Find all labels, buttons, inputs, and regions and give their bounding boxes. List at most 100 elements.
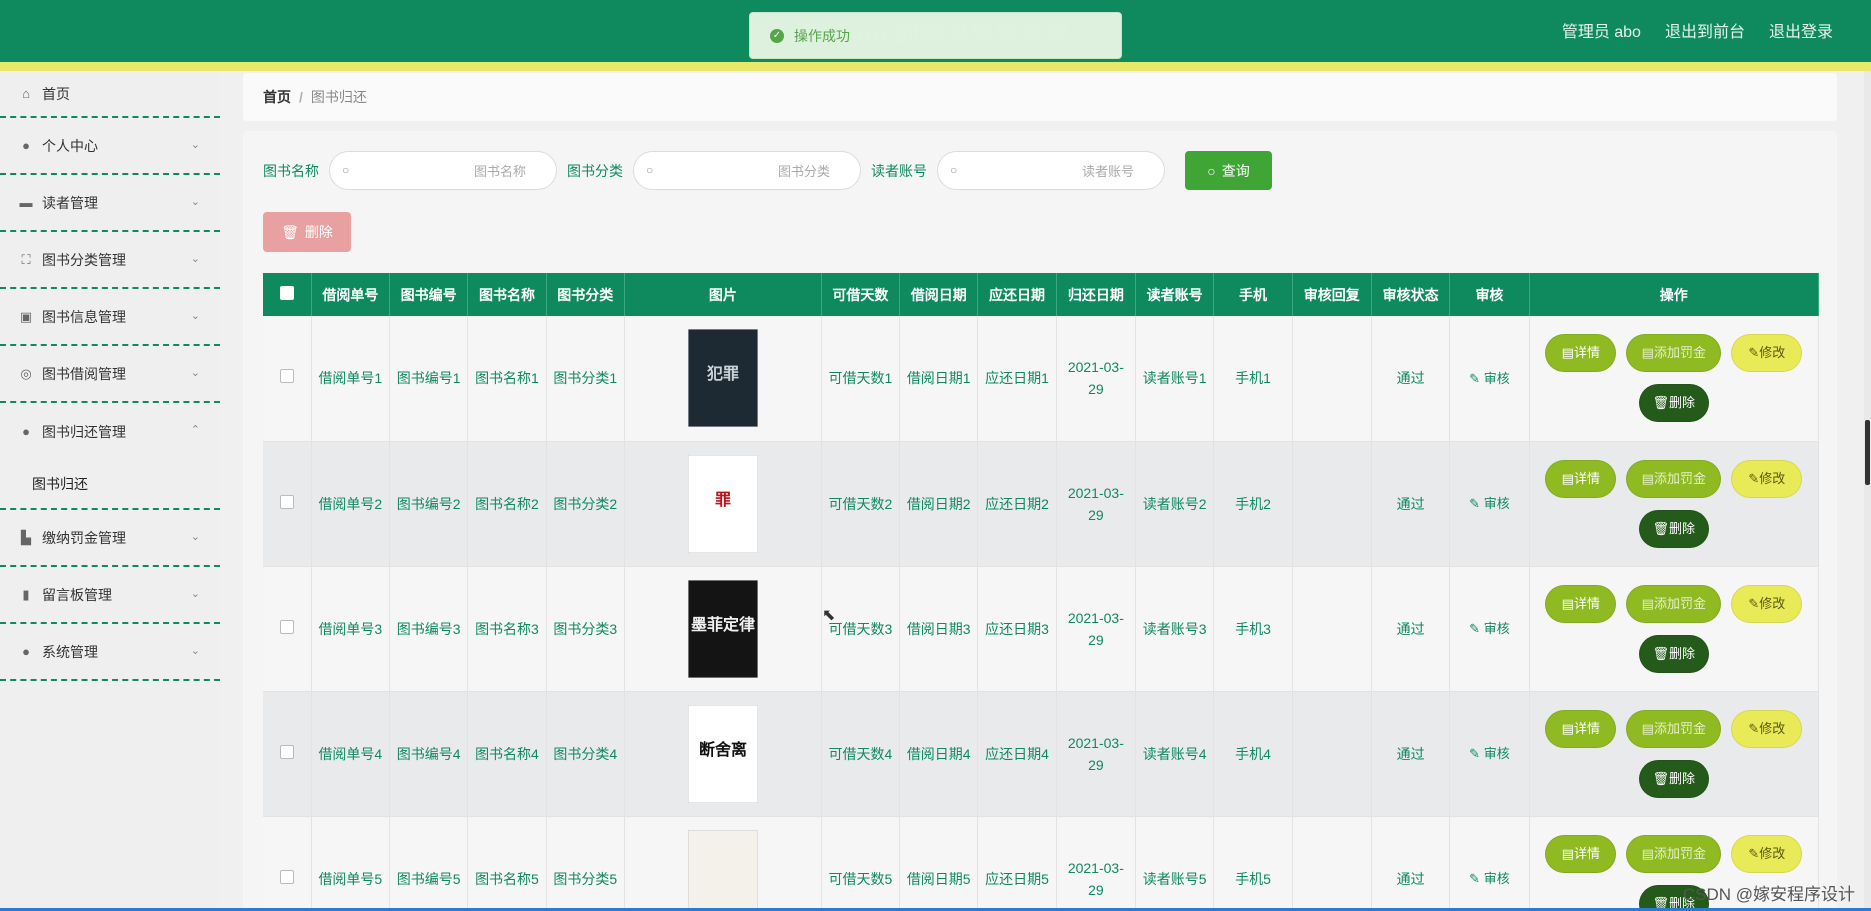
book-name-cell: 图书名称1: [467, 316, 547, 442]
column-header: 操作: [1529, 273, 1820, 316]
book-no-cell: 图书编号5: [389, 816, 469, 911]
sidebar-item-label: 图书归还管理: [42, 423, 126, 440]
delete-row-button[interactable]: 🗑 删除: [1638, 509, 1709, 548]
sidebar-item-return[interactable]: ● 图书归还管理 ⌃: [0, 403, 220, 460]
row-select-cell[interactable]: [263, 691, 312, 817]
batch-delete-label: 删除: [304, 224, 333, 240]
phone-cell: 手机2: [1213, 441, 1293, 567]
book-cover-image: 犯罪: [674, 329, 772, 428]
query-button-label: 查询: [1221, 162, 1250, 179]
logout-link[interactable]: 退出登录: [1769, 18, 1833, 42]
column-header: 审核状态: [1371, 273, 1451, 316]
book-cover-svg: 罪: [687, 454, 758, 553]
detail-button[interactable]: ▤ 详情: [1545, 834, 1617, 873]
delete-row-button[interactable]: 🗑 删除: [1638, 634, 1709, 673]
audit-status-cell: 通过: [1371, 691, 1451, 817]
row-select-cell[interactable]: [263, 441, 312, 567]
audit-link[interactable]: ✎ 审核: [1469, 496, 1510, 511]
due-date-cell: 应还日期2: [977, 441, 1057, 567]
row-checkbox[interactable]: [279, 744, 294, 759]
toast-message: 操作成功: [794, 27, 850, 44]
sidebar-item-system[interactable]: ● 系统管理 ⌄: [0, 624, 220, 681]
breadcrumb-home[interactable]: 首页: [263, 87, 291, 107]
book-category-input[interactable]: ○ 图书分类: [633, 151, 861, 190]
book-name-label: 图书名称: [263, 162, 319, 179]
sidebar-item-label: 个人中心: [42, 137, 98, 154]
batch-delete-button[interactable]: 🗑 删除: [263, 212, 351, 252]
home-icon: ⌂: [22, 86, 30, 101]
sidebar: ⌂ 首页 ● 个人中心 ⌄ ▬ 读者管理 ⌄ ⛶ 图书分类管理 ⌄ ▣ 图书信息…: [0, 71, 220, 911]
row-checkbox[interactable]: [279, 369, 294, 384]
column-header: 可借天数: [821, 273, 901, 316]
book-name-input[interactable]: ○ 图书名称: [329, 151, 557, 190]
sidebar-item-categories[interactable]: ⛶ 图书分类管理 ⌄: [0, 232, 220, 289]
document-icon: ▤: [1561, 720, 1574, 736]
add-fine-button[interactable]: ▤ 添加罚金: [1626, 584, 1722, 623]
row-select-cell[interactable]: [263, 316, 312, 442]
edit-button[interactable]: ✎ 修改: [1731, 459, 1803, 498]
sidebar-item-personal[interactable]: ● 个人中心 ⌄: [0, 118, 220, 175]
select-all-checkbox[interactable]: [279, 286, 294, 300]
book-name-cell: 图书名称2: [467, 441, 547, 567]
add-fine-button[interactable]: ▤ 添加罚金: [1626, 709, 1722, 748]
sidebar-item-label: 读者管理: [42, 194, 98, 211]
audit-link[interactable]: ✎ 审核: [1469, 871, 1510, 886]
audit-link[interactable]: ✎ 审核: [1469, 746, 1510, 761]
borrow-no-cell: 借阅单号5: [311, 816, 391, 911]
add-fine-button[interactable]: ▤ 添加罚金: [1626, 334, 1722, 373]
select-all-header[interactable]: [263, 273, 312, 316]
audit-reply-cell: [1292, 816, 1372, 911]
query-button[interactable]: ○ 查询: [1185, 151, 1272, 190]
exit-to-front-link[interactable]: 退出到前台: [1665, 18, 1745, 42]
delete-row-button[interactable]: 🗑 删除: [1638, 384, 1709, 423]
scrollbar-thumb[interactable]: [1865, 420, 1870, 485]
breadcrumb-current: 图书归还: [310, 89, 367, 105]
fullscreen-icon: ⛶: [21, 251, 31, 267]
audit-link-label: 审核: [1483, 621, 1510, 636]
book-category-cell: 图书分类3: [546, 566, 625, 692]
edit-button[interactable]: ✎ 修改: [1731, 334, 1803, 373]
chevron-down-icon: ⌄: [190, 367, 200, 379]
add-fine-button[interactable]: ▤ 添加罚金: [1626, 459, 1722, 498]
audit-link[interactable]: ✎ 审核: [1469, 621, 1510, 636]
row-select-cell[interactable]: [263, 566, 312, 692]
admin-user-label[interactable]: 管理员 abo: [1562, 18, 1641, 42]
detail-button[interactable]: ▤ 详情: [1545, 584, 1617, 623]
add-fine-button-label: 添加罚金: [1653, 845, 1706, 861]
delete-row-button[interactable]: 🗑 删除: [1638, 759, 1709, 798]
row-actions: ▤ 详情 ▤ 添加罚金 ✎ 修改 🗑 删除: [1544, 584, 1804, 673]
row-checkbox[interactable]: [279, 494, 294, 509]
reader-account-placeholder: 读者账号: [1081, 164, 1134, 179]
sidebar-item-label: 首页: [42, 85, 70, 102]
book-cover-svg: 犯罪: [687, 329, 758, 428]
sidebar-item-book-info[interactable]: ▣ 图书信息管理 ⌄: [0, 289, 220, 346]
breadcrumb: 首页 / 图书归还: [243, 73, 1837, 121]
sidebar-item-readers[interactable]: ▬ 读者管理 ⌄: [0, 175, 220, 232]
detail-button-label: 详情: [1573, 470, 1600, 486]
table-header-row: 借阅单号 图书编号 图书名称 图书分类 图片 可借天数 借阅日期 应还日期 归还…: [263, 273, 1820, 316]
sidebar-subitem-book-return[interactable]: 图书归还: [0, 460, 220, 510]
due-date-cell: 应还日期5: [977, 816, 1057, 911]
sidebar-item-borrow[interactable]: ◎ 图书借阅管理 ⌄: [0, 346, 220, 403]
chevron-down-icon: ⌄: [190, 139, 200, 151]
row-select-cell[interactable]: [263, 816, 312, 911]
edit-button[interactable]: ✎ 修改: [1731, 709, 1803, 748]
row-checkbox[interactable]: [279, 619, 294, 634]
sidebar-item-home[interactable]: ⌂ 首页: [0, 71, 220, 118]
sidebar-item-fines[interactable]: ▙ 缴纳罚金管理 ⌄: [0, 510, 220, 567]
due-date-cell: 应还日期4: [977, 691, 1057, 817]
document-icon: ▤: [1561, 345, 1574, 361]
detail-button[interactable]: ▤ 详情: [1545, 459, 1617, 498]
sidebar-item-messages[interactable]: ▮ 留言板管理 ⌄: [0, 567, 220, 624]
detail-button[interactable]: ▤ 详情: [1545, 334, 1617, 373]
detail-button[interactable]: ▤ 详情: [1545, 709, 1617, 748]
vertical-scrollbar[interactable]: [1864, 71, 1871, 911]
borrow-no-cell: 借阅单号3: [311, 566, 391, 692]
audit-link[interactable]: ✎ 审核: [1469, 371, 1510, 386]
add-fine-button[interactable]: ▤ 添加罚金: [1626, 834, 1722, 873]
reader-account-input[interactable]: ○ 读者账号: [937, 151, 1165, 190]
row-checkbox[interactable]: [279, 869, 294, 884]
detail-button-label: 详情: [1573, 345, 1600, 361]
edit-button[interactable]: ✎ 修改: [1731, 584, 1803, 623]
edit-button[interactable]: ✎ 修改: [1731, 834, 1803, 873]
